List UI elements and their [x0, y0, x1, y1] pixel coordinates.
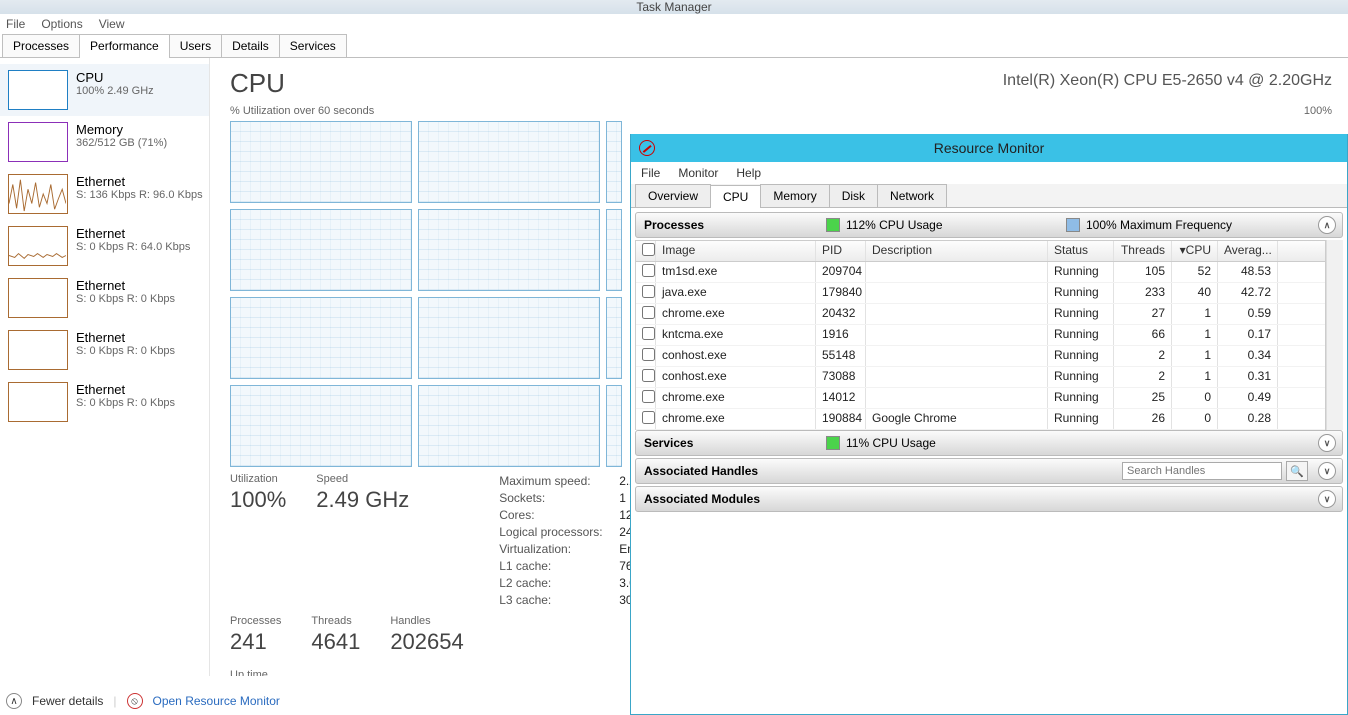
row-checkbox[interactable] [642, 369, 655, 382]
tab-users[interactable]: Users [169, 34, 222, 57]
row-checkbox[interactable] [642, 327, 655, 340]
sidebar-item-eth4[interactable]: EthernetS: 0 Kbps R: 0 Kbps [0, 324, 209, 376]
row-checkbox[interactable] [642, 264, 655, 277]
mem-title: Memory [76, 122, 167, 137]
cpu-title: CPU [76, 70, 154, 85]
sidebar-item-eth1[interactable]: EthernetS: 136 Kbps R: 96.0 Kbps [0, 168, 209, 220]
table-row[interactable]: java.exe179840Running2334042.72 [636, 283, 1325, 304]
tab-services[interactable]: Services [279, 34, 347, 57]
tab-processes[interactable]: Processes [2, 34, 80, 57]
fewer-details-link[interactable]: Fewer details [32, 694, 103, 708]
select-all-checkbox[interactable] [642, 243, 655, 256]
scrollbar[interactable] [1326, 240, 1343, 430]
table-row[interactable]: kntcma.exe1916Running6610.17 [636, 325, 1325, 346]
col-threads[interactable]: Threads [1114, 241, 1172, 261]
eth5-thumb [8, 382, 68, 422]
chevron-down-icon[interactable]: ∨ [1318, 462, 1336, 480]
row-checkbox[interactable] [642, 390, 655, 403]
rm-menu-monitor[interactable]: Monitor [678, 166, 718, 180]
sidebar-item-eth3[interactable]: EthernetS: 0 Kbps R: 0 Kbps [0, 272, 209, 324]
table-row[interactable]: chrome.exe20432Running2710.59 [636, 304, 1325, 325]
mem-thumb [8, 122, 68, 162]
table-row[interactable]: chrome.exe190884Google ChromeRunning2600… [636, 409, 1325, 430]
threads-value: 4641 [311, 629, 360, 655]
row-checkbox[interactable] [642, 348, 655, 361]
col-avg[interactable]: Averag... [1218, 241, 1278, 261]
row-checkbox[interactable] [642, 411, 655, 424]
table-row[interactable]: conhost.exe73088Running210.31 [636, 367, 1325, 388]
open-resource-monitor-link[interactable]: Open Resource Monitor [153, 694, 280, 708]
menu-options[interactable]: Options [41, 17, 82, 31]
col-image[interactable]: Image [656, 241, 816, 261]
cpu-sub: 100% 2.49 GHz [76, 85, 154, 97]
rm-tab-network[interactable]: Network [877, 184, 947, 207]
search-button[interactable]: 🔍 [1286, 461, 1308, 481]
rm-menu-file[interactable]: File [641, 166, 660, 180]
chart-label: % Utilization over 60 seconds [230, 105, 374, 117]
rm-tab-disk[interactable]: Disk [829, 184, 878, 207]
cpu-thumb [8, 70, 68, 110]
table-row[interactable]: chrome.exe14012Running2500.49 [636, 388, 1325, 409]
tab-details[interactable]: Details [221, 34, 280, 57]
menu-file[interactable]: File [6, 17, 25, 31]
menu-view[interactable]: View [99, 17, 125, 31]
chevron-down-icon[interactable]: ∨ [1318, 490, 1336, 508]
rm-section-services[interactable]: Services 11% CPU Usage ∨ [635, 430, 1343, 456]
processes-table: Image PID Description Status Threads ▾CP… [635, 240, 1326, 430]
sidebar-item-eth2[interactable]: EthernetS: 0 Kbps R: 64.0 Kbps [0, 220, 209, 272]
handles-value: 202654 [390, 629, 463, 655]
col-cpu[interactable]: ▾CPU [1172, 241, 1218, 261]
sidebar-item-memory[interactable]: Memory362/512 GB (71%) [0, 116, 209, 168]
chevron-up-icon[interactable]: ∧ [1318, 216, 1336, 234]
col-status[interactable]: Status [1048, 241, 1114, 261]
prohibit-icon [639, 140, 655, 156]
col-desc[interactable]: Description [866, 241, 1048, 261]
cpu-model: Intel(R) Xeon(R) CPU E5-2650 v4 @ 2.20GH… [1003, 72, 1332, 90]
chevron-down-icon[interactable]: ∨ [1318, 434, 1336, 452]
cpu-chart-grid [230, 121, 625, 467]
mem-sub: 362/512 GB (71%) [76, 137, 167, 149]
rm-tabs: Overview CPU Memory Disk Network [631, 184, 1347, 208]
sidebar-item-eth5[interactable]: EthernetS: 0 Kbps R: 0 Kbps [0, 376, 209, 428]
eth3-thumb [8, 278, 68, 318]
table-header: Image PID Description Status Threads ▾CP… [636, 241, 1325, 262]
rm-tab-cpu[interactable]: CPU [710, 185, 761, 208]
eth4-thumb [8, 330, 68, 370]
chart-max: 100% [1304, 105, 1332, 117]
eth1-thumb [8, 174, 68, 214]
rm-section-modules[interactable]: Associated Modules ∨ [635, 486, 1343, 512]
row-checkbox[interactable] [642, 285, 655, 298]
rm-tab-memory[interactable]: Memory [760, 184, 829, 207]
resource-monitor-window: Resource Monitor File Monitor Help Overv… [630, 134, 1348, 715]
rm-title: Resource Monitor [631, 134, 1347, 162]
chevron-up-icon[interactable]: ∧ [6, 693, 22, 709]
green-square-icon [826, 218, 840, 232]
sidebar-item-cpu[interactable]: CPU100% 2.49 GHz [0, 64, 209, 116]
green-square-icon [826, 436, 840, 450]
row-checkbox[interactable] [642, 306, 655, 319]
eth2-thumb [8, 226, 68, 266]
rm-tab-overview[interactable]: Overview [635, 184, 711, 207]
rm-menu-help[interactable]: Help [736, 166, 761, 180]
rm-section-handles[interactable]: Associated Handles 🔍 ∨ [635, 458, 1343, 484]
col-pid[interactable]: PID [816, 241, 866, 261]
blue-square-icon [1066, 218, 1080, 232]
tabstrip: Processes Performance Users Details Serv… [0, 34, 1348, 58]
resource-monitor-icon: ⦸ [127, 693, 143, 709]
util-value: 100% [230, 487, 286, 513]
speed-value: 2.49 GHz [316, 487, 409, 513]
tab-performance[interactable]: Performance [79, 34, 170, 58]
footer: ∧ Fewer details | ⦸ Open Resource Monito… [6, 693, 280, 709]
table-row[interactable]: tm1sd.exe209704Running1055248.53 [636, 262, 1325, 283]
window-title: Task Manager [0, 0, 1348, 14]
table-row[interactable]: conhost.exe55148Running210.34 [636, 346, 1325, 367]
rm-section-processes[interactable]: Processes 112% CPU Usage 100% Maximum Fr… [635, 212, 1343, 238]
menubar: File Options View [0, 14, 1348, 34]
processes-value: 241 [230, 629, 281, 655]
search-handles-input[interactable] [1122, 462, 1282, 480]
rm-menubar: File Monitor Help [631, 162, 1347, 184]
sidebar: CPU100% 2.49 GHz Memory362/512 GB (71%) … [0, 58, 210, 676]
